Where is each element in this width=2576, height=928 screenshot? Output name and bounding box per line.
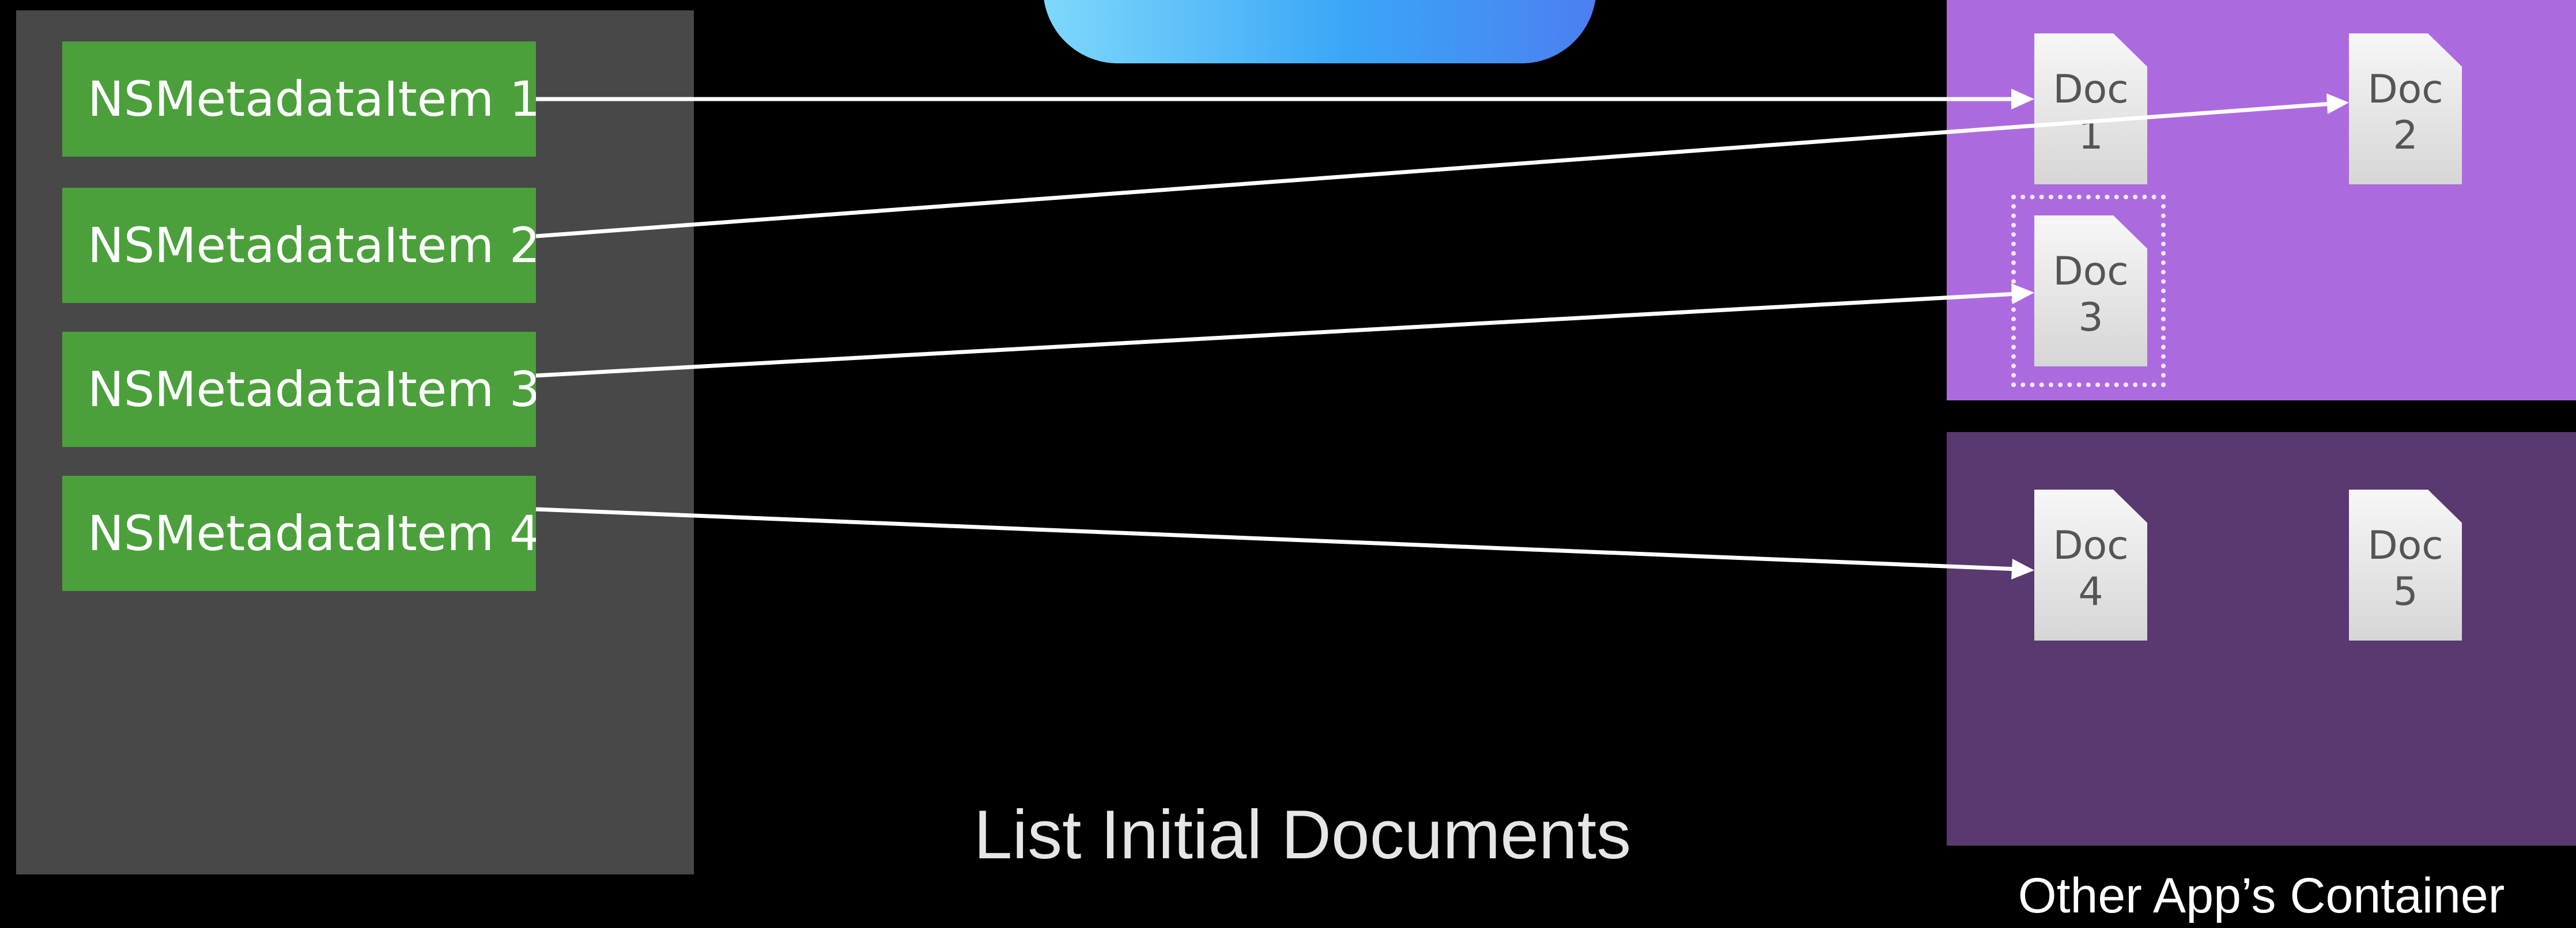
slide-canvas: NSMetadataItem 1 NSMetadataItem 2 NSMeta… — [0, 0, 2576, 928]
arrowhead-doc1 — [2011, 89, 2034, 109]
arrowhead-doc3 — [2011, 283, 2034, 304]
arrow-item2-to-doc2 — [535, 101, 2332, 238]
arrowhead-doc4 — [2011, 559, 2034, 579]
other-container-label: Other App’s Container — [2018, 868, 2505, 923]
arrow-item3-to-doc3 — [535, 291, 2018, 378]
connector-arrows — [535, 89, 2349, 579]
arrowhead-doc2 — [2326, 93, 2349, 114]
slide-caption: List Initial Documents — [973, 796, 1631, 873]
arrow-item4-to-doc4 — [535, 507, 2018, 571]
